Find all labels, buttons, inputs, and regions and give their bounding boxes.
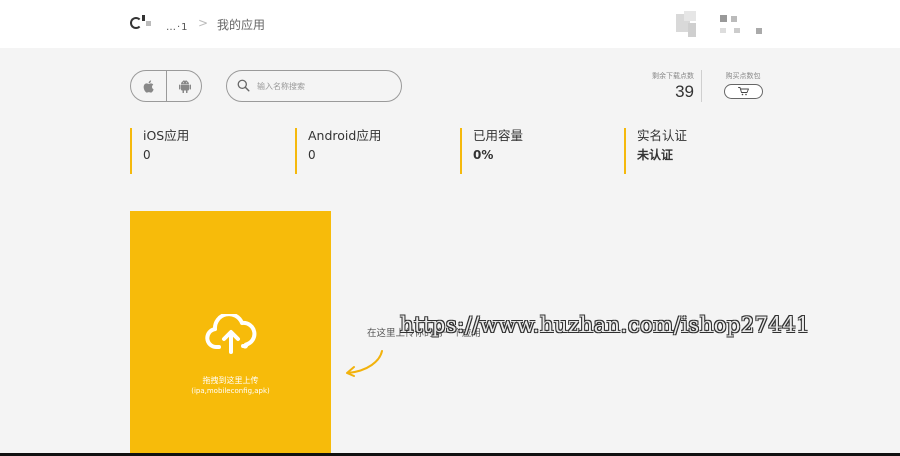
cloud-upload-icon — [205, 314, 257, 354]
stat-label: 实名认证 — [637, 128, 688, 143]
username-blurred — [720, 28, 726, 33]
upload-drag-text: 拖拽到这里上传 — [202, 376, 259, 385]
stat-value: 0 — [308, 148, 316, 162]
search-box — [226, 70, 402, 102]
android-filter-button[interactable] — [167, 71, 201, 101]
user-menu[interactable] — [676, 11, 766, 39]
avatar-part — [688, 23, 696, 37]
ios-filter-button[interactable] — [131, 71, 167, 101]
stat-android-apps: Android应用 0 — [295, 128, 381, 174]
upload-file-types: (ipa,mobileconfig,apk) — [191, 387, 270, 395]
upload-dropzone[interactable]: 拖拽到这里上传 (ipa,mobileconfig,apk) — [130, 211, 331, 456]
stat-ios-apps: iOS应用 0 — [130, 128, 189, 174]
top-bar: …·1 > 我的应用 — [0, 0, 900, 48]
username-blurred — [756, 28, 762, 34]
remaining-downloads-value: 39 — [675, 82, 694, 101]
buy-points-label: 购买点数包 — [725, 72, 761, 80]
stat-label: Android应用 — [308, 128, 382, 143]
stat-value: 0% — [473, 148, 494, 162]
stat-value: 0 — [143, 148, 151, 162]
divider — [701, 70, 702, 102]
breadcrumb-current[interactable]: 我的应用 — [217, 16, 265, 33]
logo-mark-part — [146, 21, 151, 26]
curved-arrow-icon — [346, 350, 383, 377]
stat-value: 未认证 — [637, 148, 674, 162]
watermark: https://www.huzhan.com/ishop27441 — [400, 313, 811, 337]
stat-label: 已用容量 — [473, 128, 524, 143]
username-blurred — [734, 28, 740, 33]
buy-points-button[interactable] — [724, 84, 763, 99]
breadcrumb-separator: > — [198, 16, 209, 30]
stat-verification: 实名认证 未认证 — [624, 128, 687, 174]
username-blurred — [720, 15, 727, 22]
stat-used-storage: 已用容量 0% — [460, 128, 523, 174]
platform-toggle — [130, 70, 202, 102]
cart-icon — [738, 87, 749, 96]
logo-mark-part — [142, 15, 145, 21]
android-icon — [179, 79, 191, 93]
logo-text: …·1 — [166, 22, 189, 33]
username-blurred — [731, 16, 737, 22]
apple-icon — [143, 79, 154, 93]
logo-mark — [130, 17, 142, 29]
search-icon — [237, 79, 250, 92]
remaining-downloads-label: 剩余下载点数 — [652, 72, 694, 80]
search-input[interactable] — [257, 77, 393, 95]
avatar-part — [684, 11, 696, 21]
brand-logo[interactable]: …·1 — [130, 15, 190, 33]
stat-label: iOS应用 — [143, 128, 190, 143]
